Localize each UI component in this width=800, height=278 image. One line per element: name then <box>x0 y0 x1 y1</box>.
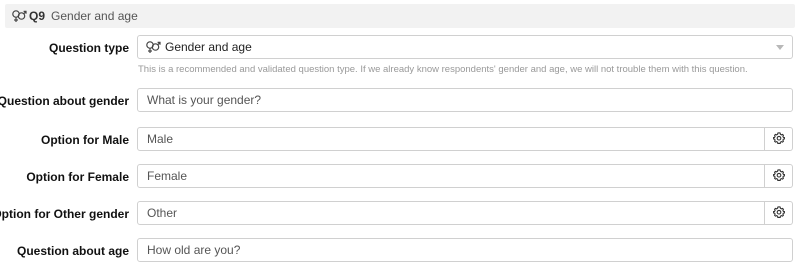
option-female-label: Option for Female <box>26 170 129 184</box>
question-type-select[interactable]: Gender and age <box>137 35 793 59</box>
question-number: Q9 <box>29 9 46 23</box>
gender-icon <box>11 9 27 23</box>
question-gender-input[interactable]: What is your gender? <box>137 88 793 112</box>
gear-icon <box>772 205 785 221</box>
chevron-down-icon <box>776 45 784 50</box>
option-male-label: Option for Male <box>41 133 129 147</box>
question-type-label: Question type <box>48 41 129 55</box>
question-header[interactable]: Q9 Gender and age <box>5 4 795 28</box>
question-gender-label: Question about gender <box>0 94 129 108</box>
question-age-input[interactable]: How old are you? <box>137 238 793 262</box>
option-female-settings-button[interactable] <box>765 164 793 188</box>
option-other-value: Other <box>147 206 178 220</box>
question-type-hint: This is a recommended and validated ques… <box>138 64 748 75</box>
question-age-value: How old are you? <box>147 243 241 257</box>
question-type-value: Gender and age <box>165 40 252 54</box>
option-other-input[interactable]: Other <box>137 201 765 225</box>
option-male-value: Male <box>147 132 174 146</box>
question-gender-value: What is your gender? <box>147 93 262 107</box>
option-female-value: Female <box>147 169 188 183</box>
gear-icon <box>772 168 785 184</box>
question-age-label: Question about age <box>16 244 129 258</box>
option-male-input[interactable]: Male <box>137 127 765 151</box>
option-male-settings-button[interactable] <box>765 127 793 151</box>
question-title: Gender and age <box>51 9 138 23</box>
option-female-input[interactable]: Female <box>137 164 765 188</box>
gender-icon <box>145 40 161 54</box>
option-other-settings-button[interactable] <box>765 201 793 225</box>
option-other-label: Option for Other gender <box>0 207 129 221</box>
gear-icon <box>772 131 785 147</box>
